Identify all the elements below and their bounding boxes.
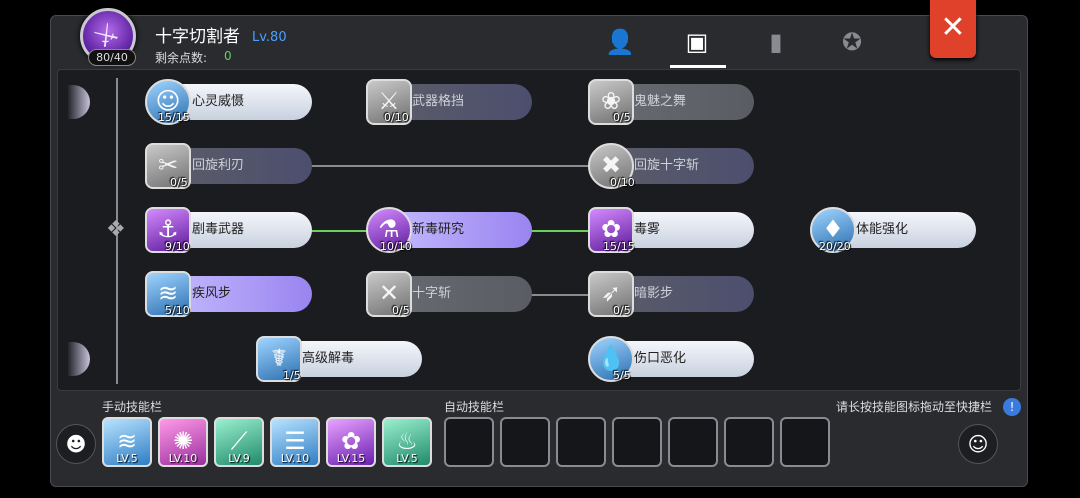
slot-level: LV.15 xyxy=(336,452,366,465)
manual-skill-slot[interactable]: ♨ LV.5 xyxy=(382,417,432,467)
pink-burst-icon: ✺ xyxy=(172,427,194,455)
skill-level: 0/5 xyxy=(170,176,188,189)
manual-skill-slot[interactable]: ☰ LV.10 xyxy=(270,417,320,467)
link-line xyxy=(530,230,590,232)
wind-step-icon: ≋ xyxy=(116,427,138,455)
auto-skill-slot[interactable] xyxy=(500,417,550,467)
skill-name: 心灵威慑 xyxy=(192,94,245,109)
skill-level: 0/10 xyxy=(384,111,409,124)
skill-level: 0/5 xyxy=(613,304,631,317)
contact-book-icon: ▣ xyxy=(685,28,709,56)
tab-character[interactable]: 👤 xyxy=(601,26,639,58)
slot-level: LV.10 xyxy=(168,452,198,465)
skill-level: 0/5 xyxy=(392,304,410,317)
remaining-points-value: 0 xyxy=(224,49,232,63)
auto-skill-slot[interactable] xyxy=(612,417,662,467)
skill-name: 疾风步 xyxy=(192,286,232,301)
cat-face-icon[interactable]: ☺ xyxy=(958,424,998,464)
skill-name: 新毒研究 xyxy=(412,222,465,237)
green-slash-icon: ⟋ xyxy=(230,427,248,455)
book-icon: ▮ xyxy=(769,28,783,56)
skill-points-badge: 80/40 xyxy=(88,49,136,66)
class-name: 十字切割者 xyxy=(155,27,240,47)
manual-skill-slot[interactable]: ≋ LV.5 xyxy=(102,417,152,467)
skill-level: 9/10 xyxy=(165,240,190,253)
skill-name: 十字斩 xyxy=(412,286,452,301)
user-star-icon: 👤 xyxy=(605,28,635,56)
manual-skill-slot[interactable]: ✺ LV.10 xyxy=(158,417,208,467)
spine-ornament-icon: ❖ xyxy=(106,217,126,242)
skill-name: 毒雾 xyxy=(634,222,661,237)
skill-name: 鬼魅之舞 xyxy=(634,94,687,109)
skill-level: 15/15 xyxy=(603,240,635,253)
skill-name: 体能强化 xyxy=(856,222,909,237)
drag-hint: 请长按技能图标拖动至快捷栏 xyxy=(836,400,993,414)
auto-skill-slot[interactable] xyxy=(724,417,774,467)
auto-skill-bar-label: 自动技能栏 xyxy=(444,400,505,414)
remaining-points-label: 剩余点数: xyxy=(155,51,208,65)
skill-name: 回旋十字斩 xyxy=(634,158,700,173)
skill-name: 暗影步 xyxy=(634,286,674,301)
active-tab-underline xyxy=(670,65,726,68)
skill-name: 伤口恶化 xyxy=(634,351,687,366)
link-line xyxy=(530,294,590,296)
skill-level: 1/5 xyxy=(283,369,301,382)
skill-level: 10/10 xyxy=(380,240,412,253)
skill-name: 高级解毒 xyxy=(302,351,355,366)
skill-level: 0/5 xyxy=(613,111,631,124)
link-line xyxy=(310,230,370,232)
manual-skill-slot[interactable]: ✿ LV.15 xyxy=(326,417,376,467)
dash-icon: ☰ xyxy=(284,427,306,455)
poison-fog-icon: ✿ xyxy=(340,427,362,455)
manual-skill-slot[interactable]: ⟋ LV.9 xyxy=(214,417,264,467)
auto-skill-slot[interactable] xyxy=(444,417,494,467)
close-icon: ✕ xyxy=(940,10,966,45)
skill-name: 剧毒武器 xyxy=(192,222,245,237)
close-button[interactable]: ✕ xyxy=(930,0,976,58)
link-line xyxy=(310,165,590,167)
manual-skill-bar-label: 手动技能栏 xyxy=(102,400,163,414)
slot-level: LV.9 xyxy=(228,452,250,465)
skill-level: 15/15 xyxy=(158,111,190,124)
skill-level: 0/10 xyxy=(610,176,635,189)
skill-name: 回旋利刃 xyxy=(192,158,245,173)
green-flame-icon: ♨ xyxy=(396,427,418,455)
auto-skill-slot[interactable] xyxy=(668,417,718,467)
skill-level: 5/10 xyxy=(165,304,190,317)
class-level: Lv.80 xyxy=(252,30,287,45)
auto-skill-slot[interactable] xyxy=(556,417,606,467)
cat-face-icon[interactable]: ☻ xyxy=(56,424,96,464)
tab-badge[interactable]: ✪ xyxy=(833,26,871,58)
wing-shield-icon: ✪ xyxy=(841,28,863,56)
slot-level: LV.5 xyxy=(116,452,138,465)
slot-level: LV.5 xyxy=(396,452,418,465)
skill-level: 20/20 xyxy=(819,240,851,253)
tab-skills[interactable]: ▣ xyxy=(678,26,716,58)
skill-name: 武器格挡 xyxy=(412,94,465,109)
info-icon[interactable]: ! xyxy=(1003,398,1021,416)
auto-skill-slot[interactable] xyxy=(780,417,830,467)
skill-level: 5/5 xyxy=(613,369,631,382)
tab-book[interactable]: ▮ xyxy=(757,26,795,58)
slot-level: LV.10 xyxy=(280,452,310,465)
